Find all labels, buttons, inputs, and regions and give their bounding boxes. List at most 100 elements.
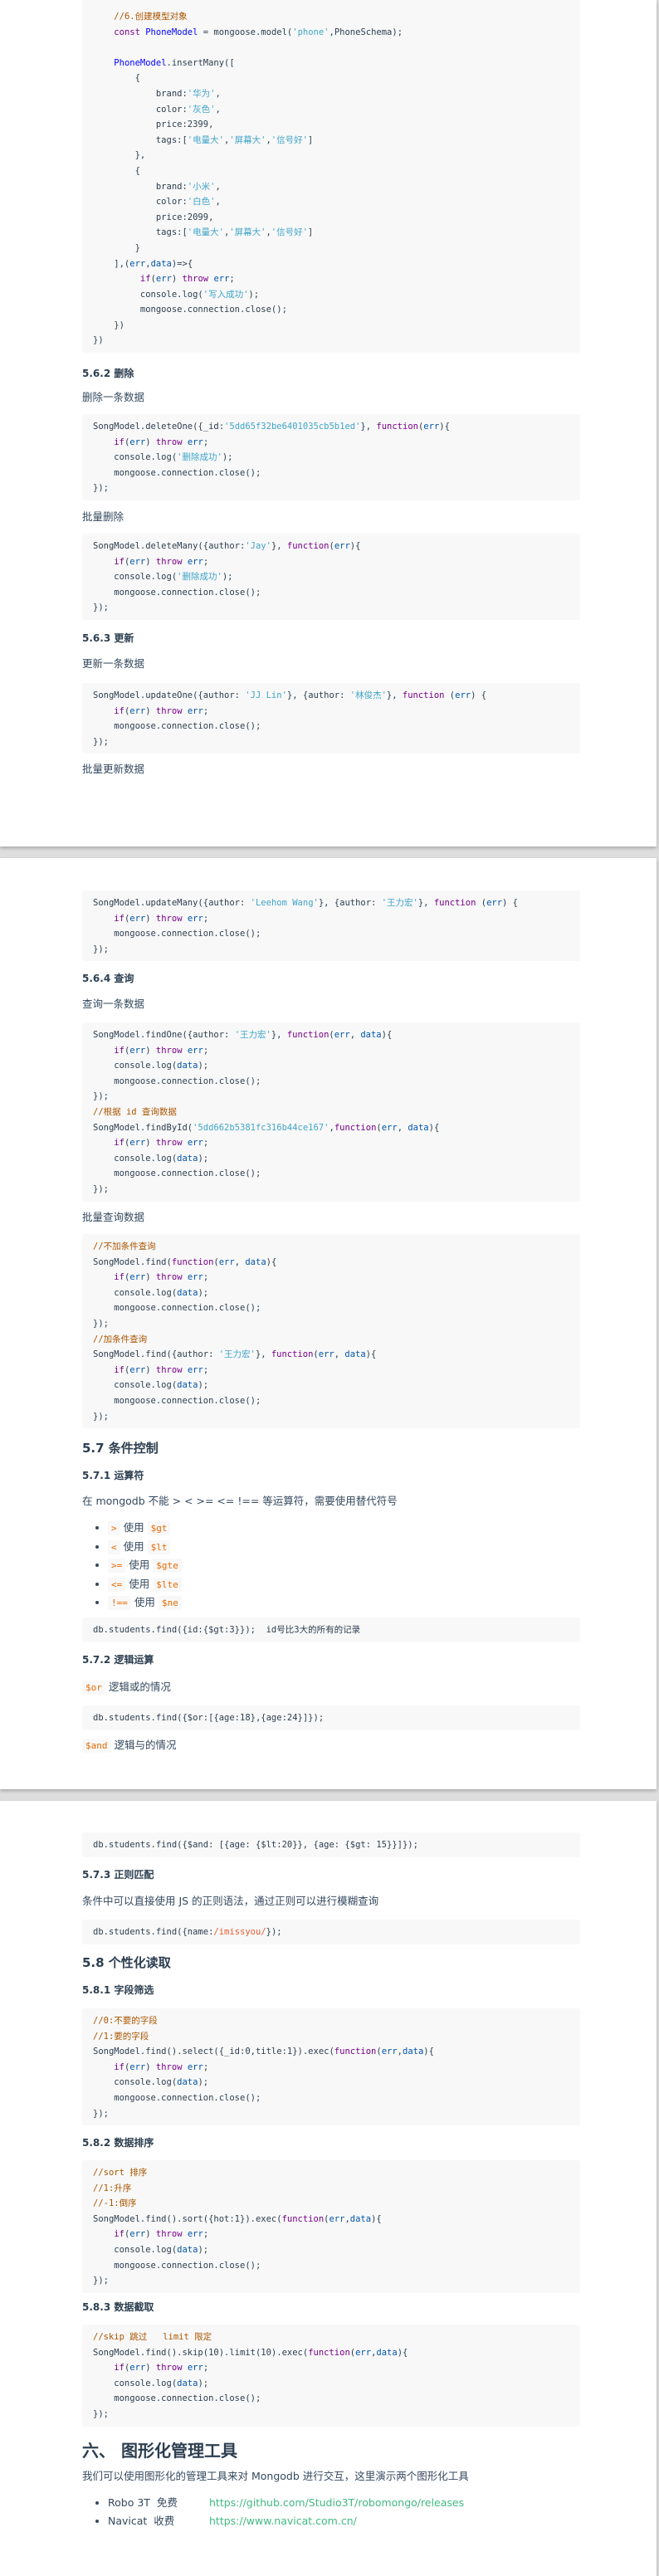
code-variable: err — [129, 1138, 146, 1149]
paragraph-tools: 我们可以使用图形化的管理工具来对 Mongodb 进行交互，这里演示两个图形化工… — [82, 2470, 469, 2482]
code-keyword: function — [171, 1256, 214, 1267]
code-line: console.log(data); — [93, 2242, 569, 2258]
code-string: '信号好' — [271, 227, 308, 238]
code-variable: err — [334, 541, 350, 551]
code-keyword: if — [114, 2229, 124, 2240]
code-token: mongoose.connection.close(); — [93, 721, 261, 732]
code-variable: data — [360, 1030, 382, 1040]
code-token: mongoose.connection.close(); — [93, 929, 261, 939]
code-string: '删除成功' — [177, 452, 222, 463]
code-string: 'phone' — [292, 27, 330, 37]
code-token: }); — [93, 2276, 109, 2286]
code-token: ); — [198, 2378, 209, 2388]
tool-link[interactable]: https://www.navicat.com.cn/ — [209, 2515, 357, 2527]
code-token: , — [215, 88, 221, 99]
heading-5-8-2: 5.8.2 数据排序 — [82, 2137, 154, 2149]
code-block-update-many: SongModel.updateMany({author: 'Leehom Wa… — [82, 890, 580, 962]
code-keyword: const — [114, 27, 140, 37]
code-line: }); — [93, 1089, 569, 1105]
heading-5-6-3: 5.6.3 更新 — [82, 632, 134, 644]
code-line: if(err) throw err; — [93, 2227, 569, 2242]
code-token: { — [93, 73, 140, 84]
code-token: brand: — [93, 181, 188, 192]
code-variable: err — [187, 437, 203, 447]
code-token: }); — [93, 736, 109, 747]
code-string: 'Leehom Wang' — [250, 898, 319, 908]
code-comment: //1:升序 — [93, 2183, 132, 2193]
and-text: 逻辑与的情况 — [114, 1739, 177, 1751]
tool-link[interactable]: https://github.com/Studio3T/robomongo/re… — [209, 2496, 464, 2509]
operator-symbol: <= — [108, 1577, 126, 1592]
code-keyword: if — [114, 556, 124, 567]
code-line: mongoose.connection.close(); — [93, 2258, 569, 2274]
code-line: db.students.find({id:{$gt:3}}); id号比3大的所… — [93, 1622, 569, 1638]
code-variable: err — [129, 258, 146, 269]
code-token: db.students.find({$and: [{age: {$lt:20}}… — [93, 1840, 418, 1850]
code-variable: err — [129, 2363, 146, 2374]
code-token: ){ — [365, 1349, 377, 1360]
code-string: '华为' — [187, 88, 216, 99]
code-variable: data — [150, 258, 172, 269]
heading-5-7: 5.7 条件控制 — [82, 1441, 159, 1456]
code-line: //sort 排序 — [93, 2165, 569, 2181]
code-line: db.students.find({name:/imissyou/}); — [93, 1925, 569, 1940]
code-block-find-many: //不加条件查询 SongModel.find(function(err, dat… — [82, 1234, 580, 1429]
code-line: }, — [93, 148, 569, 163]
code-token: ) — [145, 2061, 156, 2072]
code-token: mongoose.connection.close(); — [93, 587, 261, 598]
code-token: }, — [255, 1349, 271, 1360]
code-block-regex: db.students.find({name:/imissyou/}); — [82, 1920, 580, 1944]
code-keyword: throw — [155, 1364, 183, 1375]
heading-5-8-3: 5.8.3 数据截取 — [82, 2301, 154, 2313]
code-variable: data — [344, 1349, 366, 1360]
code-line: { — [93, 163, 569, 179]
code-line: }) — [93, 333, 569, 349]
code-variable: err — [129, 556, 146, 567]
code-token: color: — [93, 197, 188, 207]
paragraph-find-one: 查询一条数据 — [82, 998, 145, 1010]
code-variable: err — [355, 2347, 372, 2358]
code-string: '白色' — [187, 197, 216, 207]
code-line: console.log(data); — [93, 1151, 569, 1167]
code-comment: //0:不要的字段 — [93, 2016, 158, 2026]
code-token: } — [93, 242, 140, 253]
code-line: //skip 跳过 limit 限定 — [93, 2330, 569, 2345]
code-token: ){ — [428, 1122, 440, 1133]
code-token: ; — [203, 2229, 209, 2240]
tool-name: Navicat 收费 — [108, 2514, 175, 2527]
code-string: '删除成功' — [177, 572, 222, 583]
code-line: SongModel.findOne({author: '王力宏'}, funct… — [93, 1027, 569, 1043]
code-token: ){ — [397, 2347, 408, 2358]
code-token: }, — [386, 690, 403, 700]
code-line: if(err) throw err; — [93, 1135, 569, 1151]
code-token: ) — [145, 1272, 156, 1283]
code-line: SongModel.find().sort({hot:1}).exec(func… — [93, 2212, 569, 2227]
code-keyword: function — [286, 1030, 330, 1040]
code-variable: data — [408, 1122, 429, 1133]
code-token: ); — [248, 289, 260, 300]
code-token: ; — [203, 1045, 209, 1056]
code-token: console.log( — [93, 2244, 178, 2255]
code-token: }); — [93, 1411, 109, 1422]
code-token: }, — [360, 422, 377, 432]
code-keyword: throw — [155, 1045, 183, 1056]
code-token: , — [334, 1349, 345, 1360]
code-comment: //skip 跳过 limit 限定 — [93, 2332, 212, 2342]
code-keyword: throw — [155, 1272, 183, 1283]
code-line: }); — [93, 2407, 569, 2422]
code-keyword: throw — [155, 2363, 183, 2374]
inline-code-or: $or — [82, 1681, 105, 1695]
code-block-skip-limit: //skip 跳过 limit 限定 SongModel.find().skip(… — [82, 2325, 580, 2427]
code-token: ){ — [371, 2213, 382, 2224]
code-comment: //根据 id 查询数据 — [93, 1106, 177, 1117]
heading-5-7-3: 5.7.3 正则匹配 — [82, 1869, 154, 1881]
code-token: price:2099, — [93, 212, 214, 222]
operator-symbol: !== — [108, 1596, 131, 1610]
code-line: mongoose.connection.close(); — [93, 302, 569, 318]
code-token: { — [93, 165, 140, 176]
